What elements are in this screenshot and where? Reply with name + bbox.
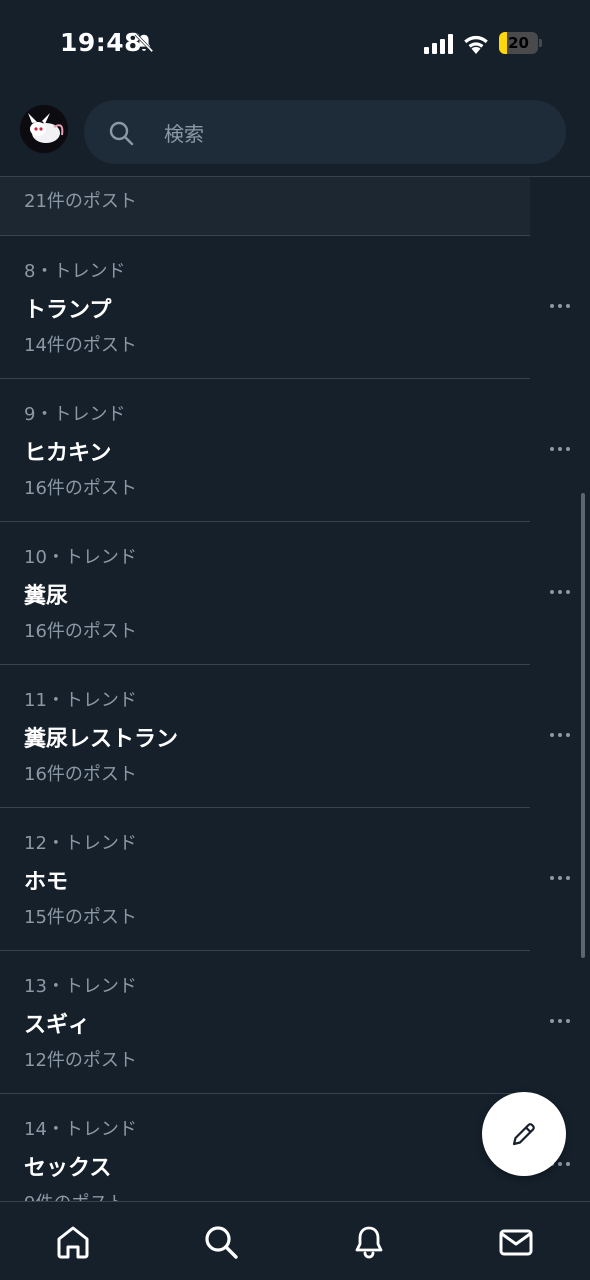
compose-post-button[interactable] <box>482 1092 566 1176</box>
trend-rank: 12・トレンド <box>24 833 137 854</box>
status-bar: 19:48 20 <box>0 0 590 90</box>
trends-list: 21件のポスト 8・トレンドトランプ 14件のポスト 9・トレンドヒカキン 16件のポ… <box>0 177 590 1201</box>
home-icon <box>57 1226 89 1259</box>
trend-post-count: 9件のポスト <box>24 1189 125 1201</box>
trend-rank: 10・トレンド <box>24 547 137 568</box>
trend-name: トランプ <box>24 298 112 323</box>
list-item[interactable]: 10・トレンド糞尿 16件のポスト <box>0 522 590 664</box>
bottom-nav <box>0 1201 590 1280</box>
list-item[interactable]: 13・トレンドスギィ 12件のポスト <box>0 951 590 1093</box>
more-options-button[interactable] <box>544 439 576 459</box>
nav-notifications[interactable] <box>349 1222 389 1262</box>
screen: 19:48 20 検索 21件のポスト 8・トレンド トランプ 14件のポスト … <box>0 0 590 1280</box>
search-placeholder: 検索 <box>164 122 204 146</box>
more-icon <box>550 304 554 308</box>
more-options-button[interactable] <box>544 582 576 602</box>
trend-post-count: 21件のポスト <box>24 191 137 212</box>
trend-name: ホモ <box>24 870 69 895</box>
trend-name: 糞尿 <box>24 584 69 609</box>
more-icon <box>550 590 554 594</box>
signal-icon <box>424 34 453 54</box>
more-options-button[interactable] <box>544 1011 576 1031</box>
list-item[interactable]: 21件のポスト <box>0 177 530 235</box>
more-options-button[interactable] <box>544 725 576 745</box>
search-icon <box>109 121 134 146</box>
trend-post-count: 16件のポスト <box>24 621 137 642</box>
nav-home[interactable] <box>53 1222 93 1262</box>
messages-envelope-icon <box>499 1229 533 1256</box>
more-options-button[interactable] <box>544 296 576 316</box>
list-item[interactable]: 9・トレンドヒカキン 16件のポスト <box>0 379 590 521</box>
battery-icon: 20 <box>499 32 543 54</box>
trend-rank: 13・トレンド <box>24 976 137 997</box>
trend-name: スギィ <box>24 1013 91 1038</box>
status-time: 19:48 <box>60 28 143 57</box>
more-icon <box>550 876 554 880</box>
search-input[interactable]: 検索 <box>84 100 566 164</box>
trend-name: セックス <box>24 1156 112 1181</box>
more-icon <box>550 447 554 451</box>
trend-name: 糞尿レストラン <box>24 727 179 752</box>
trend-name: ヒカキン <box>24 441 112 466</box>
header: 検索 <box>0 90 590 176</box>
trend-post-count: 16件のポスト <box>24 478 137 499</box>
list-item[interactable]: 8・トレンドトランプ 14件のポスト <box>0 236 590 378</box>
trend-post-count: 16件のポスト <box>24 764 137 785</box>
avatar-image <box>20 105 68 153</box>
list-item[interactable]: 11・トレンド糞尿レストラン 16件のポスト <box>0 665 590 807</box>
more-options-button[interactable] <box>544 868 576 888</box>
pencil-icon <box>512 1123 535 1146</box>
wifi-icon <box>464 35 488 54</box>
list-item[interactable]: 12・トレンドホモ 15件のポスト <box>0 808 590 950</box>
more-icon <box>550 1019 554 1023</box>
battery-level-text: 20 <box>508 34 529 52</box>
trend-post-count: 14件のポスト <box>24 335 137 356</box>
nav-search[interactable] <box>201 1222 241 1262</box>
trend-rank: 14・トレンド <box>24 1119 137 1140</box>
trend-post-count: 15件のポスト <box>24 907 137 928</box>
notifications-bell-icon <box>355 1226 383 1259</box>
trend-rank: 9・トレンド <box>24 404 126 425</box>
trend-post-count: 12件のポスト <box>24 1050 137 1071</box>
scrollbar[interactable] <box>581 493 585 958</box>
search-icon <box>205 1226 238 1259</box>
nav-messages[interactable] <box>496 1222 536 1262</box>
avatar[interactable] <box>20 105 68 153</box>
more-icon <box>550 733 554 737</box>
bell-muted-icon <box>134 33 154 53</box>
trend-rank: 11・トレンド <box>24 690 137 711</box>
trend-rank: 8・トレンド <box>24 261 126 282</box>
